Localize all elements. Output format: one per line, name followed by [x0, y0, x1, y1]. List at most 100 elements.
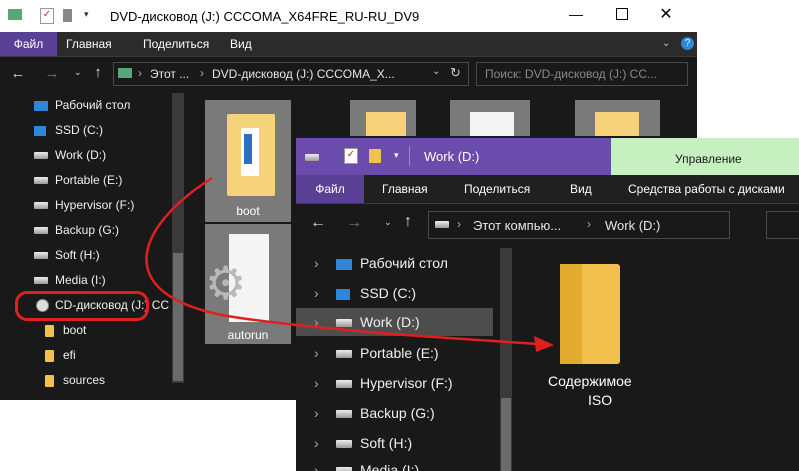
folder-icon [45, 374, 54, 387]
nav-item-desktop[interactable]: › Рабочий стол [314, 255, 448, 271]
folder-tile-iso-contents[interactable]: Содержимое ISO [548, 260, 648, 410]
minimize-button[interactable]: — [566, 6, 586, 22]
nav-item-backup[interactable]: › Backup (G:) [314, 405, 435, 421]
nav-item-portable[interactable]: › Portable (E:) [314, 345, 439, 361]
windows-drive-icon [34, 125, 46, 136]
nav-item-sources[interactable]: sources [45, 373, 105, 387]
nav-item-hypervisor[interactable]: Hypervisor (F:) [34, 198, 134, 212]
drive-icon [336, 410, 352, 419]
address-bar[interactable]: › Этот компью... › Work (D:) [428, 211, 730, 239]
breadcrumb-this-pc[interactable]: Этот компью... [473, 218, 561, 233]
chevron-right-icon: › [314, 255, 319, 271]
expand-ribbon-icon[interactable]: ⌄ [662, 38, 670, 49]
breadcrumb-separator-icon: › [200, 66, 204, 80]
tab-share[interactable]: Поделиться [464, 175, 530, 203]
drive-icon [435, 221, 449, 228]
tab-home[interactable]: Главная [382, 175, 428, 203]
breadcrumb-work-drive[interactable]: Work (D:) [605, 218, 660, 233]
folder-label-line-2: ISO [588, 392, 613, 408]
chevron-right-icon: › [314, 462, 319, 471]
nav-item-work[interactable]: Work (D:) [34, 148, 106, 162]
nav-item-efi[interactable]: efi [45, 348, 76, 362]
close-button[interactable]: ✕ [656, 4, 676, 24]
tab-view[interactable]: Вид [570, 175, 592, 203]
tab-view[interactable]: Вид [230, 32, 252, 56]
file-tile-autorun[interactable]: ⚙ autorun [205, 224, 291, 344]
folder-label-line-1: Содержимое [548, 373, 632, 389]
new-folder-icon[interactable] [369, 149, 381, 163]
address-dropdown-icon[interactable]: ⌄ [432, 66, 440, 77]
chevron-right-icon: › [314, 375, 319, 391]
title-separator [409, 146, 410, 166]
folder-icon [560, 264, 620, 364]
nav-item-backup[interactable]: Backup (G:) [34, 223, 119, 237]
search-input[interactable]: Поиск: DVD-дисковод (J:) CC... [476, 62, 688, 86]
chevron-right-icon: › [314, 435, 319, 451]
tab-home[interactable]: Главная [66, 32, 112, 56]
nav-item-desktop[interactable]: Рабочий стол [34, 98, 130, 112]
search-placeholder: Поиск: DVD-дисковод (J:) CC... [485, 67, 657, 81]
drive-icon [34, 227, 48, 235]
quick-access-dropdown-icon[interactable]: ▾ [84, 9, 89, 20]
breadcrumb-dvd-drive[interactable]: DVD-дисковод (J:) CCCOMA_X... [212, 67, 395, 81]
address-bar[interactable]: › Этот ... › DVD-дисковод (J:) CCCOMA_X.… [113, 62, 469, 86]
help-icon[interactable]: ? [681, 37, 694, 50]
recent-dropdown-icon[interactable]: ⌄ [74, 67, 82, 78]
file-tile-boot[interactable]: boot [205, 100, 291, 222]
drive-icon [34, 277, 48, 285]
back-ribbon-tabs: Файл Главная Поделиться Вид ⌄ ? [0, 32, 697, 57]
forward-arrow-icon[interactable]: → [346, 214, 362, 232]
nav-item-media[interactable]: Media (I:) [34, 273, 106, 287]
back-arrow-icon[interactable]: ← [310, 214, 326, 232]
up-arrow-icon[interactable]: ↑ [404, 213, 412, 231]
windows-drive-icon [336, 288, 350, 300]
scrollbar-thumb[interactable] [501, 398, 511, 471]
breadcrumb-separator-icon: › [587, 217, 591, 231]
nav-item-ssd[interactable]: › SSD (C:) [314, 285, 416, 301]
drive-icon [305, 154, 319, 161]
nav-item-soft[interactable]: Soft (H:) [34, 248, 100, 262]
nav-item-portable[interactable]: Portable (E:) [34, 173, 122, 187]
maximize-button[interactable] [616, 8, 628, 20]
new-folder-icon[interactable] [63, 9, 72, 22]
back-address-row: ← → ⌄ ↑ › Этот ... › DVD-дисковод (J:) C… [0, 57, 697, 93]
nav-scrollbar[interactable] [500, 248, 512, 471]
folder-icon [45, 349, 54, 362]
drive-icon [34, 152, 48, 160]
front-content-pane: Содержимое ISO [518, 248, 799, 471]
tab-file[interactable]: Файл [0, 32, 57, 56]
nav-item-soft[interactable]: › Soft (H:) [314, 435, 412, 451]
chevron-right-icon: › [314, 405, 319, 421]
file-label: autorun [227, 328, 269, 342]
recent-dropdown-icon[interactable]: ⌄ [384, 217, 392, 228]
drive-icon [336, 350, 352, 359]
refresh-icon[interactable]: ↻ [450, 65, 461, 81]
tab-share[interactable]: Поделиться [143, 32, 209, 56]
manage-context-tab[interactable]: Управление [611, 138, 799, 175]
drive-icon [34, 252, 48, 260]
breadcrumb-this-pc[interactable]: Этот ... [150, 67, 189, 81]
tab-file[interactable]: Файл [296, 175, 364, 203]
file-tile-folder-4[interactable] [575, 100, 660, 136]
nav-item-work-selected[interactable]: › Work (D:) [296, 308, 493, 336]
search-input[interactable] [766, 211, 799, 239]
properties-icon[interactable]: ✓ [40, 8, 54, 24]
tab-drive-tools[interactable]: Средства работы с дисками [628, 175, 785, 203]
drive-icon [336, 467, 352, 471]
up-arrow-icon[interactable]: ↑ [90, 64, 106, 81]
nav-item-media[interactable]: › Media (I:) [314, 462, 419, 471]
file-tile-folder-2[interactable] [350, 100, 416, 136]
file-tile-folder-3[interactable] [450, 100, 530, 136]
quick-access-dropdown-icon[interactable]: ▾ [394, 150, 399, 161]
forward-arrow-icon[interactable]: → [44, 65, 60, 82]
nav-item-boot[interactable]: boot [45, 323, 86, 337]
back-arrow-icon[interactable]: ← [10, 65, 26, 82]
properties-icon[interactable]: ✓ [344, 148, 358, 164]
nav-item-hypervisor[interactable]: › Hypervisor (F:) [314, 375, 453, 391]
drive-icon [336, 440, 352, 449]
nav-scrollbar[interactable] [172, 93, 184, 383]
scrollbar-thumb[interactable] [173, 253, 183, 381]
window-title: Work (D:) [424, 149, 480, 164]
nav-item-ssd[interactable]: SSD (C:) [34, 123, 103, 137]
drive-check-icon [118, 68, 132, 78]
